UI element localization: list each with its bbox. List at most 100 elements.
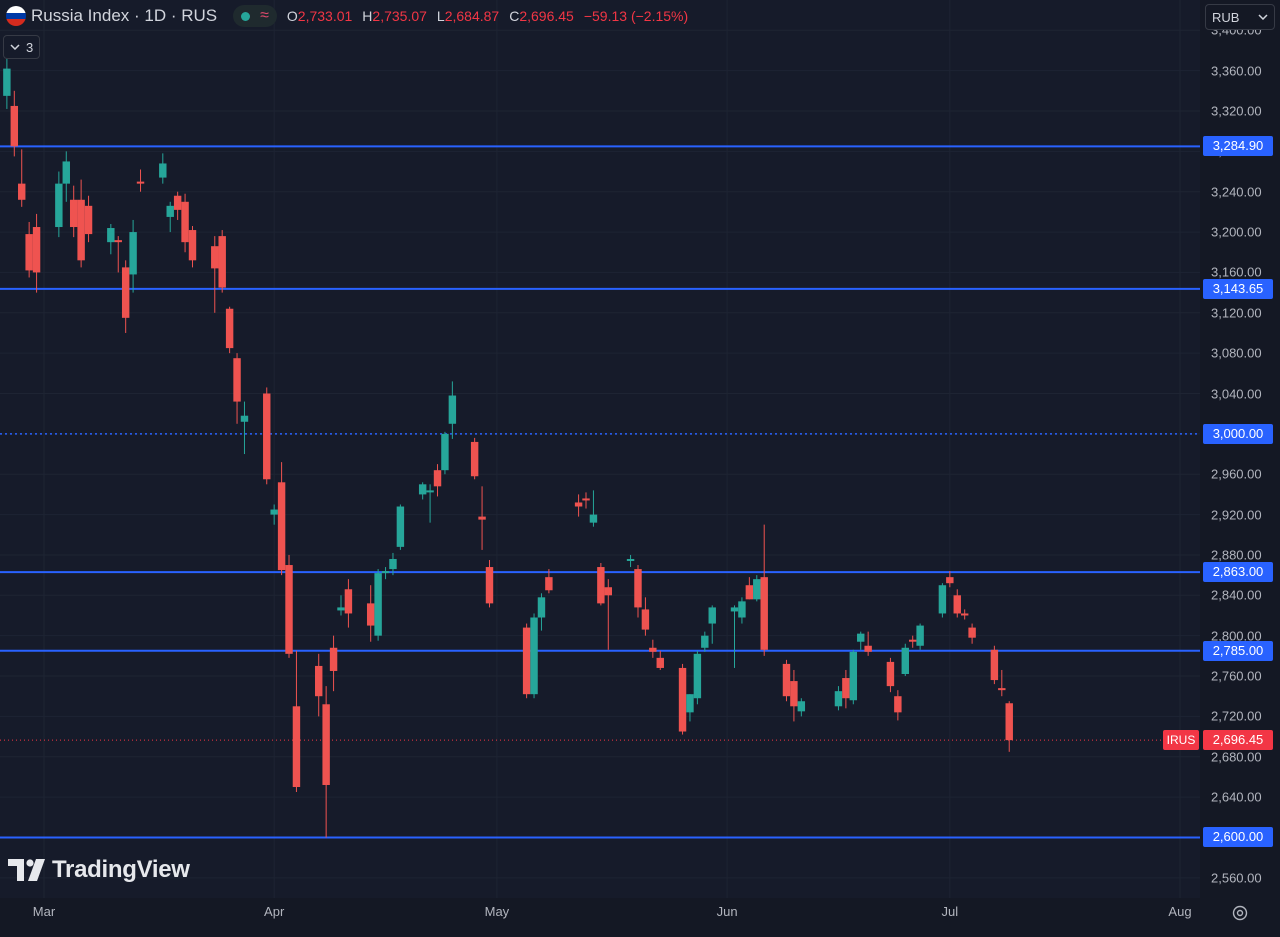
candle[interactable] — [693, 650, 702, 705]
candle[interactable] — [849, 649, 858, 705]
market-status-pill[interactable]: ≈ — [233, 5, 277, 27]
candlestick-chart[interactable] — [0, 0, 1200, 898]
candle[interactable] — [968, 623, 976, 644]
candle[interactable] — [782, 659, 791, 702]
candle[interactable] — [263, 387, 271, 485]
candle[interactable] — [701, 631, 709, 652]
candle[interactable] — [656, 650, 664, 670]
candle[interactable] — [649, 639, 657, 658]
candle[interactable] — [188, 226, 197, 268]
candle[interactable] — [211, 236, 219, 313]
candle[interactable] — [470, 437, 479, 480]
candle[interactable] — [366, 585, 375, 642]
candle[interactable] — [114, 236, 122, 273]
candle[interactable] — [960, 609, 969, 620]
candle[interactable] — [730, 605, 739, 668]
candle[interactable] — [448, 381, 457, 439]
candle[interactable] — [537, 593, 546, 631]
candle[interactable] — [953, 589, 961, 618]
candle[interactable] — [18, 149, 26, 207]
candle[interactable] — [708, 605, 716, 644]
candle[interactable] — [285, 554, 293, 658]
currency-select[interactable]: RUB — [1205, 4, 1275, 30]
candle[interactable] — [790, 669, 798, 722]
price-tick-label: 3,080.00 — [1211, 345, 1262, 361]
candle[interactable] — [478, 486, 486, 550]
candle[interactable] — [3, 58, 11, 109]
candle[interactable] — [686, 694, 694, 722]
russia-flag-icon[interactable] — [6, 6, 26, 26]
candle[interactable] — [908, 635, 917, 648]
candle[interactable] — [894, 690, 902, 721]
candle[interactable] — [381, 567, 390, 580]
candle[interactable] — [834, 686, 843, 711]
candle[interactable] — [225, 306, 234, 354]
tradingview-brand[interactable]: TradingView — [8, 856, 190, 884]
symbol-title[interactable]: Russia Index · 1D · RUS — [31, 6, 217, 26]
candle[interactable] — [857, 631, 865, 650]
candle[interactable] — [173, 191, 182, 220]
candle[interactable] — [77, 179, 85, 268]
candle[interactable] — [315, 653, 323, 717]
candle[interactable] — [84, 195, 93, 243]
candle[interactable] — [634, 565, 642, 618]
candle[interactable] — [597, 563, 605, 606]
candle[interactable] — [62, 151, 70, 202]
candle[interactable] — [678, 663, 687, 735]
candle[interactable] — [396, 504, 405, 550]
candle[interactable] — [1005, 701, 1013, 752]
candle[interactable] — [901, 643, 909, 677]
candle[interactable] — [626, 554, 635, 568]
candle[interactable] — [159, 153, 167, 184]
candle[interactable] — [69, 185, 78, 238]
candle[interactable] — [886, 657, 895, 693]
candle[interactable] — [344, 579, 353, 628]
candle[interactable] — [337, 595, 345, 616]
candle[interactable] — [753, 575, 761, 602]
candle[interactable] — [745, 577, 754, 600]
candle[interactable] — [121, 260, 130, 333]
candle[interactable] — [277, 462, 286, 576]
candle[interactable] — [292, 650, 301, 793]
candle[interactable] — [329, 635, 338, 692]
candle[interactable] — [441, 431, 449, 475]
chart-plot-area[interactable] — [0, 0, 1200, 898]
candle[interactable] — [32, 213, 41, 293]
candle[interactable] — [129, 219, 137, 293]
candle[interactable] — [797, 698, 806, 717]
candle[interactable] — [641, 597, 650, 636]
candle[interactable] — [166, 201, 174, 233]
indicators-toggle-button[interactable]: 3 — [3, 35, 41, 59]
candle[interactable] — [574, 494, 583, 517]
candle[interactable] — [233, 353, 241, 424]
time-axis[interactable] — [0, 898, 1280, 937]
candle[interactable] — [485, 559, 494, 608]
candle[interactable] — [136, 169, 145, 192]
candle[interactable] — [938, 583, 947, 618]
candle[interactable] — [582, 492, 590, 509]
candle[interactable] — [270, 504, 278, 525]
candle[interactable] — [107, 223, 115, 255]
candle-body — [188, 230, 197, 261]
candle[interactable] — [738, 597, 746, 624]
candle[interactable] — [374, 569, 382, 641]
candle[interactable] — [604, 579, 612, 650]
candle[interactable] — [55, 171, 63, 238]
candle[interactable] — [433, 464, 442, 497]
candle[interactable] — [946, 571, 954, 588]
candle[interactable] — [426, 484, 434, 523]
candle[interactable] — [916, 623, 924, 650]
candle[interactable] — [240, 401, 249, 455]
candle[interactable] — [990, 645, 999, 685]
candle[interactable] — [589, 490, 598, 527]
candle[interactable] — [522, 623, 531, 699]
candle[interactable] — [760, 524, 768, 656]
candle[interactable] — [181, 193, 189, 253]
candle[interactable] — [418, 482, 427, 500]
candle[interactable] — [530, 613, 538, 699]
gear-icon[interactable] — [1231, 904, 1249, 922]
candle[interactable] — [998, 669, 1006, 697]
candle[interactable] — [25, 221, 33, 278]
candle[interactable] — [218, 230, 226, 293]
candle[interactable] — [322, 686, 330, 838]
